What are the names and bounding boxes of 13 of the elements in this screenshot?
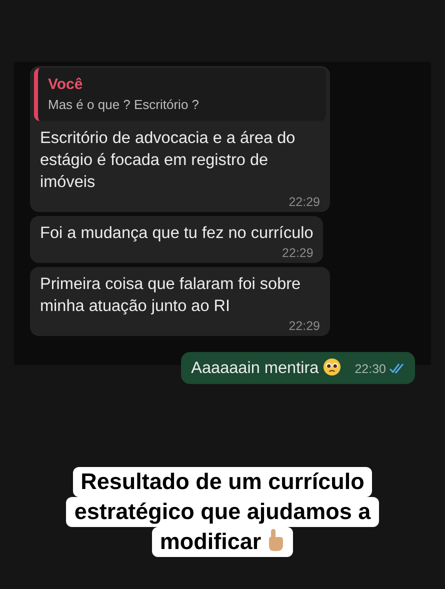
quote-text: Mas é o que ? Escritório ? (48, 96, 200, 114)
quote-author: Você (48, 75, 84, 95)
caption-text: modificar (160, 529, 262, 554)
message-time: 22:29 (282, 246, 314, 260)
caption-text: estratégico que ajudamos a (74, 499, 371, 524)
message-time: 22:29 (288, 195, 320, 209)
message-text: Aaaaaain mentira (191, 359, 319, 377)
message-text: Escritório de advocacia e a área do estágio é focada em registro de imóveis (40, 128, 296, 193)
message-text: Foi a mudança que tu fez no currículo (40, 223, 314, 244)
message-time: 22:29 (288, 319, 320, 333)
caption-text: Resultado de um currículo (80, 469, 364, 494)
message-time: 22:30 (354, 362, 405, 376)
message-text: Primeira coisa que falaram foi sobre minha atuação junto ao RI (40, 274, 302, 317)
